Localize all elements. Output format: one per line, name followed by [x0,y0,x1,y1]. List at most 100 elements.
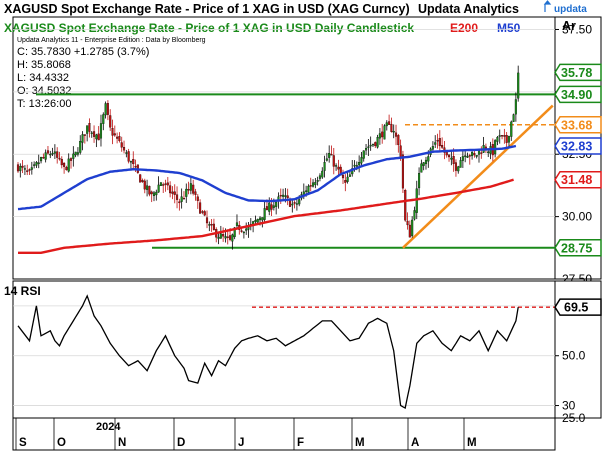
candle-body [275,201,278,207]
candle-body [122,147,126,151]
candle-body [35,162,38,166]
candle-body [42,157,45,159]
candle-body [438,138,441,147]
candle-body [33,164,36,166]
candle-body [268,202,271,212]
candle-body [332,155,335,167]
candle-body [63,162,66,167]
candle-body [360,157,363,164]
legend-m50: M50 [497,21,521,35]
candle-body [187,189,190,191]
candle-body [60,158,63,166]
candle-body [229,235,232,240]
month-label: A [411,437,419,449]
candle-body [477,150,481,155]
candle-body [295,203,298,205]
candle-body [254,220,257,222]
candle-body [164,183,167,185]
candle-body [505,135,508,143]
candle-body [74,151,77,156]
ohlc-line: L: 34.4332 [17,72,69,84]
candle-body [408,224,411,238]
candle-body [328,153,331,158]
candle-body [222,234,225,237]
candle-body [217,236,220,239]
candle-body [374,142,377,147]
candle-body [279,195,282,197]
candle-body [95,134,98,140]
candle-body [318,175,322,179]
rsi-tick-label: 25.0 [562,411,586,425]
candle-body [247,227,250,230]
candle-body [99,123,103,139]
candle-body [69,158,73,161]
candle-body [46,150,50,154]
candle-body [83,134,86,136]
candle-body [141,179,144,182]
candle-body [224,236,227,239]
candle-body [102,114,105,124]
candle-body [152,192,156,197]
rsi-panel-frame [12,280,556,419]
ohlc-line: C: 35.7830 +1.2785 (3.7%) [17,46,149,58]
candle-body [487,151,490,154]
candle-body [510,121,513,137]
candle-body [457,166,460,172]
candle-body [201,211,204,213]
candle-body [143,180,146,190]
candle-body [466,156,469,158]
candle-body [265,206,268,211]
rsi-badge-label: 69.5 [564,301,588,315]
candle-body [235,222,239,226]
candle-body [205,217,209,224]
candle-body [180,196,183,202]
month-label: O [57,437,66,449]
candle-body [390,123,393,132]
candle-body [404,190,407,221]
candle-body [325,158,328,161]
candle-body [286,195,289,199]
candle-body [445,151,448,156]
candle-body [450,157,453,160]
candle-body [424,159,428,165]
month-label: M [467,437,477,449]
price-badge: 35.78 [554,63,602,82]
month-label: J [238,437,244,449]
month-label: D [177,437,185,449]
candle-body [307,185,310,193]
candle-body [44,152,47,160]
candle-body [270,204,273,210]
candle-body [282,194,285,197]
candle-body [422,162,425,166]
candle-body [427,156,430,162]
candle-body [344,180,347,183]
candle-body [30,167,33,170]
candle [256,218,259,223]
candle-body [86,125,89,134]
price-badge: 28.75 [554,239,602,257]
candle-body [454,162,457,171]
candle-body [113,133,116,136]
candle-body [498,135,501,137]
candle-body [210,224,213,226]
price-badge: 33.68 [554,116,602,134]
rsi-tick-label: 50.0 [562,349,586,363]
price-badge-label: 34.90 [561,88,592,102]
candle-body [365,148,368,151]
candle [159,182,162,187]
candle-body [127,151,130,162]
candle-body [441,145,444,148]
month-label: F [297,437,304,449]
candle-body [166,182,169,186]
candle-body [173,191,176,195]
price-badge: 32.83 [554,137,602,155]
candle-body [258,217,262,221]
ohlc-line: T: 13:26:00 [17,98,71,110]
candle-body [309,185,312,187]
month-label: N [118,437,126,449]
candle-body [420,163,423,173]
candle-body [81,134,84,143]
candle-body [106,103,109,115]
candle-body [431,146,434,150]
candle-body [494,140,497,155]
